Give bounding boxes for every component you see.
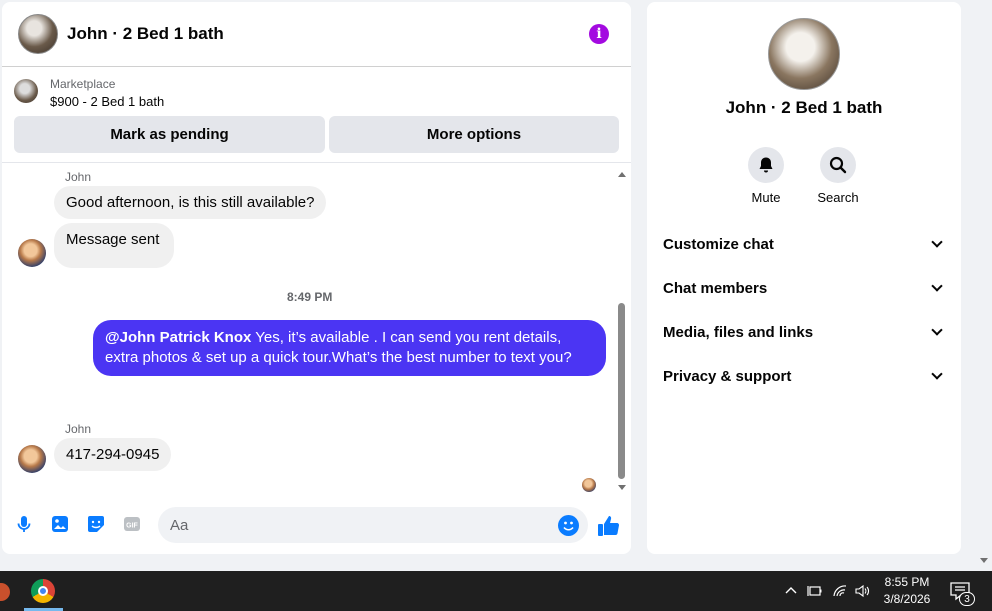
section-privacy-support[interactable]: Privacy & support bbox=[663, 361, 945, 391]
chrome-icon-center bbox=[38, 586, 48, 596]
read-receipt-avatar bbox=[582, 478, 596, 492]
emoji-icon[interactable] bbox=[558, 515, 579, 536]
profile-title: John · 2 Bed 1 bath bbox=[725, 98, 883, 117]
chrome-icon[interactable] bbox=[31, 579, 55, 603]
chevron-down-icon bbox=[931, 236, 943, 248]
search-button[interactable]: Search bbox=[808, 147, 868, 205]
incoming-message[interactable]: Good afternoon, is this still available? bbox=[54, 186, 327, 219]
mute-label: Mute bbox=[751, 190, 781, 205]
info-icon[interactable]: i bbox=[589, 24, 609, 44]
message-timestamp: 8:49 PM bbox=[287, 290, 333, 304]
mention[interactable]: @John Patrick Knox bbox=[105, 329, 251, 346]
conversation-info-panel: John · 2 Bed 1 bath Mute Search Customiz… bbox=[647, 2, 961, 554]
notification-count-badge: 3 bbox=[959, 592, 975, 606]
message-composer: GIF bbox=[2, 502, 631, 550]
incoming-message[interactable]: Message sent bbox=[54, 223, 174, 268]
sender-avatar[interactable] bbox=[18, 445, 46, 473]
mark-as-pending-button[interactable]: Mark as pending bbox=[14, 116, 325, 153]
section-media-files-links[interactable]: Media, files and links bbox=[663, 317, 945, 347]
incoming-message[interactable]: 417-294-0945 bbox=[54, 438, 172, 471]
chevron-up-icon[interactable] bbox=[783, 583, 799, 599]
chat-avatar[interactable] bbox=[18, 14, 58, 54]
more-options-button[interactable]: More options bbox=[329, 116, 619, 153]
chevron-down-icon bbox=[931, 324, 943, 336]
scroll-down-arrow[interactable] bbox=[618, 485, 626, 490]
volume-icon[interactable] bbox=[854, 583, 870, 599]
taskbar-clock[interactable]: 8:55 PM 3/8/2026 bbox=[876, 574, 938, 608]
section-label: Chat members bbox=[663, 279, 768, 297]
microphone-icon[interactable] bbox=[15, 515, 33, 533]
search-label: Search bbox=[817, 190, 859, 205]
search-icon bbox=[820, 147, 856, 183]
scroll-thumb[interactable] bbox=[618, 303, 625, 479]
listing-source: Marketplace bbox=[50, 77, 116, 91]
section-label: Media, files and links bbox=[663, 323, 814, 341]
sticker-icon[interactable] bbox=[87, 515, 105, 533]
sender-avatar[interactable] bbox=[18, 239, 46, 267]
section-label: Privacy & support bbox=[663, 367, 792, 385]
wifi-icon[interactable] bbox=[832, 583, 848, 599]
like-icon[interactable] bbox=[597, 514, 621, 538]
message-sender: John bbox=[65, 170, 92, 184]
mute-button[interactable]: Mute bbox=[736, 147, 796, 205]
taskbar-app-icon[interactable] bbox=[0, 583, 10, 601]
listing-price-title[interactable]: $900 - 2 Bed 1 bath bbox=[50, 94, 164, 109]
scroll-up-arrow[interactable] bbox=[618, 172, 626, 177]
svg-text:GIF: GIF bbox=[126, 523, 138, 530]
bell-icon bbox=[748, 147, 784, 183]
windows-taskbar: 8:55 PM 3/8/2026 3 bbox=[0, 571, 992, 611]
section-customize-chat[interactable]: Customize chat bbox=[663, 229, 945, 259]
message-input[interactable] bbox=[158, 507, 588, 543]
section-chat-members[interactable]: Chat members bbox=[663, 273, 945, 303]
gif-icon[interactable]: GIF bbox=[123, 515, 141, 533]
chat-title[interactable]: John · 2 Bed 1 bath bbox=[67, 24, 224, 44]
message-list: John Good afternoon, is this still avail… bbox=[2, 165, 631, 493]
page-scroll-down-arrow[interactable] bbox=[980, 558, 988, 563]
clock-date: 3/8/2026 bbox=[883, 592, 931, 606]
battery-icon[interactable] bbox=[807, 583, 823, 599]
section-label: Customize chat bbox=[663, 235, 774, 253]
message-sender: John bbox=[65, 422, 92, 436]
chat-header: John · 2 Bed 1 bath i bbox=[2, 2, 631, 67]
clock-time: 8:55 PM bbox=[884, 575, 930, 589]
profile-avatar[interactable] bbox=[768, 18, 840, 90]
photo-icon[interactable] bbox=[51, 515, 69, 533]
listing-thumbnail[interactable] bbox=[14, 79, 38, 103]
message-scrollbar[interactable] bbox=[617, 168, 627, 492]
chevron-down-icon bbox=[931, 280, 943, 292]
outgoing-message[interactable]: @John Patrick Knox Yes, it’s available .… bbox=[93, 320, 606, 376]
chat-panel: John · 2 Bed 1 bath i Marketplace $900 -… bbox=[2, 2, 631, 554]
chevron-down-icon bbox=[931, 368, 943, 380]
